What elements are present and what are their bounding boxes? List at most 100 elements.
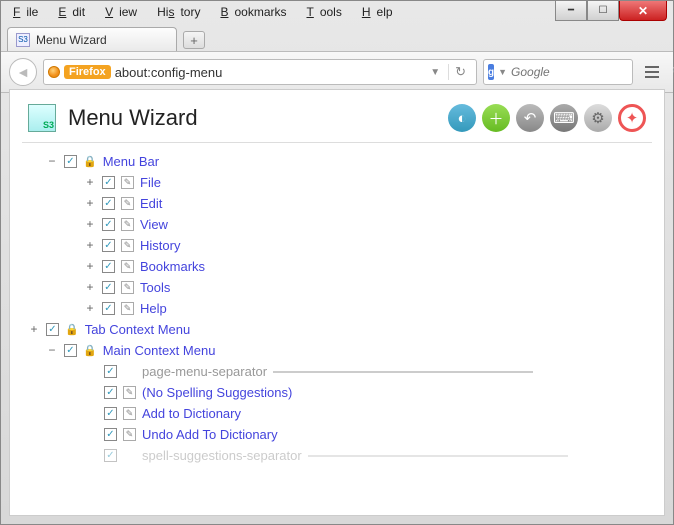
menubar: File Edit View History Bookmarks Tools H… [1, 1, 673, 23]
sync-icon[interactable]: ◐ [448, 104, 476, 132]
tree-label: History [140, 238, 180, 253]
checkbox[interactable] [102, 176, 115, 189]
tree-item-history[interactable]: + ✎ History [26, 235, 648, 256]
checkbox[interactable] [104, 365, 117, 378]
checkbox[interactable] [46, 323, 59, 336]
search-box[interactable]: g ▼ 🔍 [483, 59, 633, 85]
expand-icon[interactable]: + [84, 302, 96, 316]
tree-item-main-context[interactable]: − 🔒 Main Context Menu [26, 340, 648, 361]
tree-label: Menu Bar [103, 154, 159, 169]
window-maximize-button[interactable]: ☐ [587, 1, 619, 21]
expand-icon[interactable]: + [84, 281, 96, 295]
menu-edit[interactable]: Edit [52, 3, 97, 21]
back-button[interactable]: ◄ [9, 58, 37, 86]
tree-item-file[interactable]: + ✎ File [26, 172, 648, 193]
hamburger-menu-button[interactable] [639, 59, 665, 85]
edit-icon[interactable]: ✎ [121, 218, 134, 231]
checkbox[interactable] [104, 449, 117, 462]
expand-icon[interactable]: + [84, 176, 96, 190]
reload-button[interactable]: ↻ [448, 64, 472, 80]
menu-bookmarks[interactable]: Bookmarks [214, 3, 298, 21]
undo-icon[interactable]: ↶ [516, 104, 544, 132]
menu-tree[interactable]: − 🔒 Menu Bar + ✎ File + ✎ Edit [22, 143, 652, 503]
app-logo-icon: S3 [28, 104, 56, 132]
tab-title: Menu Wizard [36, 33, 107, 47]
tabstrip: S3 Menu Wizard + [1, 23, 673, 51]
edit-icon[interactable]: ✎ [121, 239, 134, 252]
edit-icon[interactable]: ✎ [121, 260, 134, 273]
keyboard-icon[interactable]: ⌨ [550, 104, 578, 132]
expand-icon[interactable]: + [28, 323, 40, 337]
checkbox[interactable] [102, 239, 115, 252]
lock-icon: 🔒 [65, 323, 79, 336]
page-title: Menu Wizard [68, 105, 198, 131]
url-dropdown-icon[interactable]: ▼ [426, 67, 444, 78]
window-close-button[interactable]: ✕ [619, 1, 667, 21]
google-icon: g [488, 64, 494, 80]
collapse-icon[interactable]: − [46, 344, 58, 358]
checkbox[interactable] [64, 344, 77, 357]
search-dropdown-icon[interactable]: ▼ [498, 67, 507, 77]
tree-item-menu-bar[interactable]: − 🔒 Menu Bar [26, 151, 648, 172]
tree-item-separator-2[interactable]: spell-suggestions-separator [26, 445, 648, 466]
tree-item-help[interactable]: + ✎ Help [26, 298, 648, 319]
checkbox[interactable] [104, 428, 117, 441]
tree-item-view[interactable]: + ✎ View [26, 214, 648, 235]
edit-icon[interactable]: ✎ [123, 407, 136, 420]
collapse-icon[interactable]: − [46, 155, 58, 169]
menu-history[interactable]: History [151, 3, 212, 21]
menu-file[interactable]: File [7, 3, 50, 21]
tree-label: View [140, 217, 168, 232]
add-icon[interactable]: ＋ [482, 104, 510, 132]
tree-label: (No Spelling Suggestions) [142, 385, 292, 400]
edit-icon[interactable]: ✎ [121, 281, 134, 294]
app-window: File Edit View History Bookmarks Tools H… [0, 0, 674, 525]
settings-icon[interactable]: ⚙ [584, 104, 612, 132]
tree-label: Add to Dictionary [142, 406, 241, 421]
tree-item-tab-context[interactable]: + 🔒 Tab Context Menu [26, 319, 648, 340]
menu-view[interactable]: View [99, 3, 149, 21]
expand-icon[interactable]: + [84, 239, 96, 253]
edit-icon[interactable]: ✎ [121, 302, 134, 315]
page-content: S3 Menu Wizard ◐ ＋ ↶ ⌨ ⚙ ✦ − 🔒 Menu Bar [9, 89, 665, 516]
tree-label: Tools [140, 280, 170, 295]
edit-icon[interactable]: ✎ [121, 197, 134, 210]
url-bar[interactable]: Firefox ▼ ↻ [43, 59, 477, 85]
url-input[interactable] [115, 65, 423, 80]
checkbox[interactable] [102, 197, 115, 210]
checkbox[interactable] [102, 302, 115, 315]
checkbox[interactable] [104, 386, 117, 399]
checkbox[interactable] [102, 260, 115, 273]
window-minimize-button[interactable]: ━ [555, 1, 587, 21]
tree-item-add-dict[interactable]: ✎ Add to Dictionary [26, 403, 648, 424]
new-tab-button[interactable]: + [183, 31, 205, 49]
tree-container: − 🔒 Menu Bar + ✎ File + ✎ Edit [22, 142, 652, 503]
checkbox[interactable] [64, 155, 77, 168]
expand-icon[interactable]: + [84, 260, 96, 274]
edit-icon[interactable]: ✎ [123, 386, 136, 399]
edit-icon[interactable]: ✎ [121, 176, 134, 189]
tree-item-tools[interactable]: + ✎ Tools [26, 277, 648, 298]
checkbox[interactable] [102, 218, 115, 231]
menu-help[interactable]: Help [356, 3, 405, 21]
menu-tools[interactable]: Tools [300, 3, 353, 21]
browser-tab[interactable]: S3 Menu Wizard [7, 27, 177, 51]
identity-badge[interactable]: Firefox [64, 65, 111, 79]
tree-item-no-spelling[interactable]: ✎ (No Spelling Suggestions) [26, 382, 648, 403]
tree-item-bookmarks[interactable]: + ✎ Bookmarks [26, 256, 648, 277]
checkbox[interactable] [102, 281, 115, 294]
page-header: S3 Menu Wizard ◐ ＋ ↶ ⌨ ⚙ ✦ [10, 90, 664, 142]
edit-icon[interactable]: ✎ [123, 428, 136, 441]
tab-favicon: S3 [16, 33, 30, 47]
tree-item-separator[interactable]: page-menu-separator [26, 361, 648, 382]
tree-item-edit[interactable]: + ✎ Edit [26, 193, 648, 214]
tree-label: Undo Add To Dictionary [142, 427, 278, 442]
tree-label: page-menu-separator [142, 364, 267, 379]
tree-label: File [140, 175, 161, 190]
tree-label: Main Context Menu [103, 343, 216, 358]
help-icon[interactable]: ✦ [618, 104, 646, 132]
expand-icon[interactable]: + [84, 197, 96, 211]
expand-icon[interactable]: + [84, 218, 96, 232]
tree-item-undo-dict[interactable]: ✎ Undo Add To Dictionary [26, 424, 648, 445]
checkbox[interactable] [104, 407, 117, 420]
